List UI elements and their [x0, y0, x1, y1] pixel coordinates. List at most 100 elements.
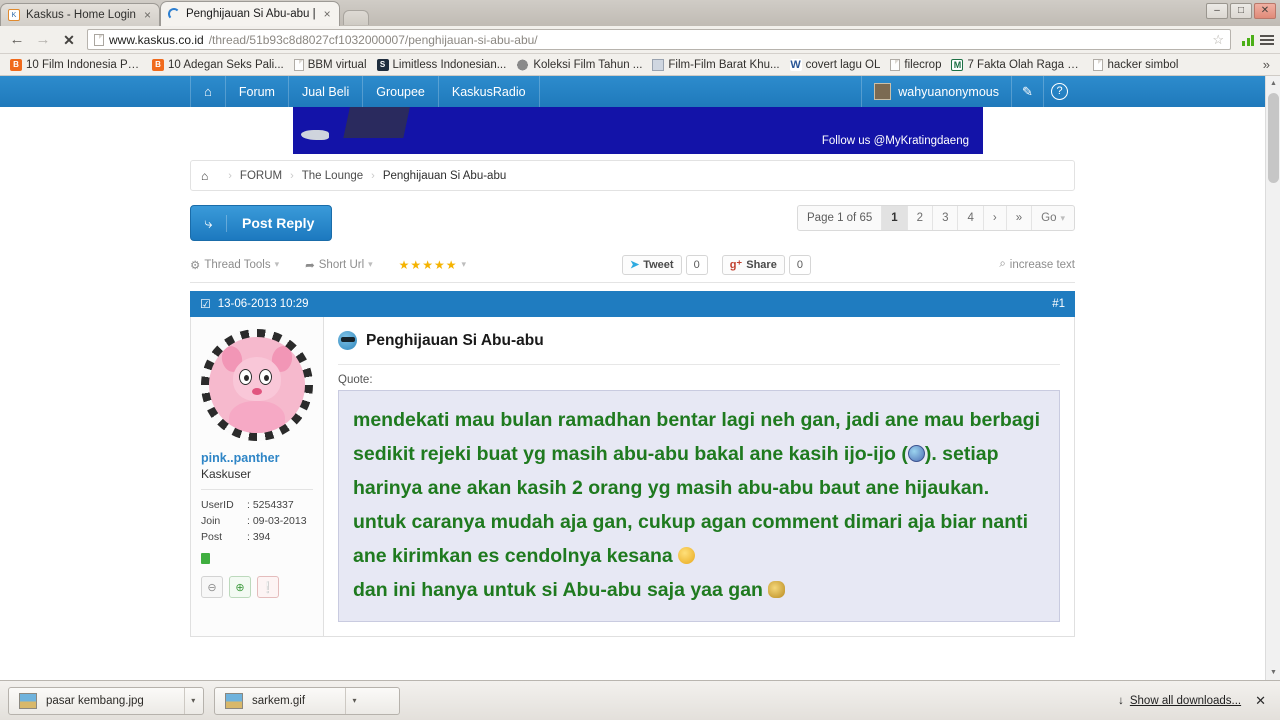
maximize-button[interactable]: □ [1230, 3, 1252, 19]
site-navbar: ⌂ Forum Jual Beli Groupee KaskusRadio wa… [0, 76, 1265, 107]
site-nav-items: ⌂ Forum Jual Beli Groupee KaskusRadio [190, 76, 540, 107]
forward-icon[interactable]: → [32, 29, 54, 51]
close-window-button[interactable]: ✕ [1254, 3, 1276, 19]
image-thumbnail-icon [225, 692, 243, 709]
scroll-down-icon[interactable]: ▼ [1266, 665, 1280, 680]
blogger-icon: B [152, 58, 164, 71]
bookmark-item[interactable]: S Limitless Indonesian... [373, 58, 511, 72]
word-icon: W [789, 58, 802, 71]
download-item[interactable]: pasar kembang.jpg ▾ [8, 686, 204, 715]
close-icon[interactable]: × [144, 8, 151, 22]
minimize-button[interactable]: – [1206, 3, 1228, 19]
sitenav-item-forum[interactable]: Forum [226, 76, 289, 107]
bookmark-label: covert lagu OL [805, 58, 881, 71]
breadcrumb-item-current: Penghijauan Si Abu-abu [382, 169, 507, 182]
author-name[interactable]: pink..panther [201, 451, 313, 465]
help-glyph: ? [1051, 83, 1068, 100]
bookmarks-overflow-icon[interactable]: » [1263, 57, 1274, 72]
url-path: /thread/51b93c8d8027cf1032000007/penghij… [208, 32, 538, 47]
increase-text-button[interactable]: ⌕ increase text [999, 258, 1075, 271]
close-icon[interactable]: × [324, 7, 331, 21]
quote-label: Quote: [338, 374, 373, 386]
page-viewport: ⌂ Forum Jual Beli Groupee KaskusRadio wa… [0, 76, 1280, 680]
help-icon[interactable]: ? [1043, 76, 1075, 107]
breadcrumb-item-the-lounge[interactable]: The Lounge [302, 170, 363, 182]
page-button-1[interactable]: 1 [882, 206, 908, 230]
page-button-2[interactable]: 2 [908, 206, 934, 230]
chevron-down-icon[interactable]: ▾ [345, 687, 363, 714]
address-bar[interactable]: www.kaskus.co.id/thread/51b93c8d8027cf10… [87, 29, 1231, 50]
short-url-dropdown[interactable]: ➦ Short Url ▾ [305, 258, 373, 272]
picture-icon [652, 58, 665, 71]
new-tab-button[interactable] [342, 10, 369, 25]
page-button-4[interactable]: 4 [958, 206, 984, 230]
download-filename: sarkem.gif [252, 694, 306, 707]
bookmark-label: filecrop [904, 58, 942, 71]
report-post-button[interactable]: ❕ [257, 576, 279, 598]
page-button-3[interactable]: 3 [933, 206, 959, 230]
sitenav-item-kaskusradio[interactable]: KaskusRadio [439, 76, 540, 107]
page-scrollbar[interactable]: ▲ ▼ [1265, 76, 1280, 680]
bookmark-item[interactable]: BBM virtual [290, 58, 371, 72]
checkbox-icon[interactable]: ☑ [200, 297, 211, 311]
bookmark-label: 10 Adegan Seks Pali... [168, 58, 284, 71]
bookmark-item[interactable]: filecrop [886, 58, 945, 72]
edit-icon[interactable]: ✎ [1011, 76, 1043, 107]
user-menu[interactable]: wahyuanonymous [861, 76, 1011, 107]
thread-rating[interactable]: ★★★★★ ▾ [399, 258, 466, 272]
back-icon[interactable]: ← [6, 29, 28, 51]
breadcrumb-item-forum[interactable]: FORUM [240, 170, 282, 182]
author-role: Kaskuser [201, 467, 252, 481]
chevron-down-icon: ▾ [1060, 212, 1065, 223]
reputation-icon [201, 553, 210, 564]
bookmark-item[interactable]: B 10 Adegan Seks Pali... [148, 58, 288, 72]
quote-block: mendekati mau bulan ramadhan bentar lagi… [338, 390, 1060, 622]
bookmark-item[interactable]: M7 Fakta Olah Raga M... [947, 58, 1087, 72]
bookmark-item[interactable]: hacker simbol [1089, 58, 1182, 72]
bookmark-item[interactable]: B 10 Film Indonesia Pa... [6, 58, 146, 72]
tab-kaskus-home-login[interactable]: K Kaskus - Home Login × [0, 3, 160, 26]
next-page-icon[interactable]: › [984, 206, 1007, 230]
post-timestamp: 13-06-2013 10:29 [217, 298, 309, 310]
join-value: : 09-03-2013 [247, 515, 307, 527]
chrome-menu-icon[interactable] [1260, 34, 1274, 45]
tweet-label: Tweet [643, 258, 674, 271]
page-info: Page 1 of 65 [798, 206, 883, 230]
show-all-downloads-link[interactable]: ↓ Show all downloads... [1118, 695, 1241, 707]
sitenav-item-jual-beli[interactable]: Jual Beli [289, 76, 364, 107]
post-reply-button[interactable]: ⤷ Post Reply [190, 205, 333, 241]
breadcrumb: ⌂ › FORUM › The Lounge › Penghijauan Si … [190, 160, 1075, 191]
smile-emoticon-icon [678, 547, 696, 564]
ad-banner[interactable]: Follow us @MyKratingdaeng [190, 107, 1075, 154]
tab-penghijauan-si-abu-abu[interactable]: Penghijauan Si Abu-abu | × [159, 1, 340, 26]
post-number[interactable]: #1 [1052, 298, 1065, 310]
go-to-page-dropdown[interactable]: Go ▾ [1032, 206, 1074, 230]
bookmark-item[interactable]: Wcovert lagu OL [786, 58, 885, 72]
block-user-button[interactable]: ⊖ [201, 576, 223, 598]
gplus-share-button[interactable]: g⁺ Share 0 [721, 254, 811, 275]
shelf-right: ↓ Show all downloads... ✕ [1118, 693, 1272, 709]
avatar[interactable] [201, 329, 313, 441]
userid-value: : 5254337 [247, 499, 294, 511]
bookmark-star-icon[interactable]: ☆ [1212, 32, 1224, 48]
tweet-button[interactable]: ➤ Tweet 0 [622, 254, 708, 275]
breadcrumb-home-icon[interactable]: ⌂ [201, 169, 220, 183]
bookmark-item[interactable]: Koleksi Film Tahun ... [512, 58, 646, 72]
give-cendol-button[interactable]: ⊕ [229, 576, 251, 598]
thread-tools-dropdown[interactable]: ⚙ Thread Tools ▾ [190, 258, 279, 272]
sitenav-item-groupee[interactable]: Groupee [363, 76, 439, 107]
title-bar: K Kaskus - Home Login × Penghijauan Si A… [0, 0, 1280, 26]
sitenav-item-home[interactable]: ⌂ [190, 76, 226, 107]
post-body: pink..panther Kaskuser UserID: 5254337 J… [190, 317, 1075, 637]
scrollbar-thumb[interactable] [1268, 93, 1279, 183]
last-page-icon[interactable]: » [1007, 206, 1033, 230]
image-thumbnail-icon [19, 692, 37, 709]
chevron-down-icon[interactable]: ▾ [183, 687, 202, 714]
extension-bars-icon[interactable] [1242, 33, 1254, 46]
bookmark-item[interactable]: Film-Film Barat Khu... [648, 58, 783, 72]
download-item[interactable]: sarkem.gif ▾ [214, 686, 400, 715]
s-square-icon: S [376, 58, 389, 71]
stop-icon[interactable]: ✕ [58, 29, 80, 51]
scroll-up-icon[interactable]: ▲ [1266, 76, 1280, 91]
close-shelf-icon[interactable]: ✕ [1255, 693, 1266, 709]
